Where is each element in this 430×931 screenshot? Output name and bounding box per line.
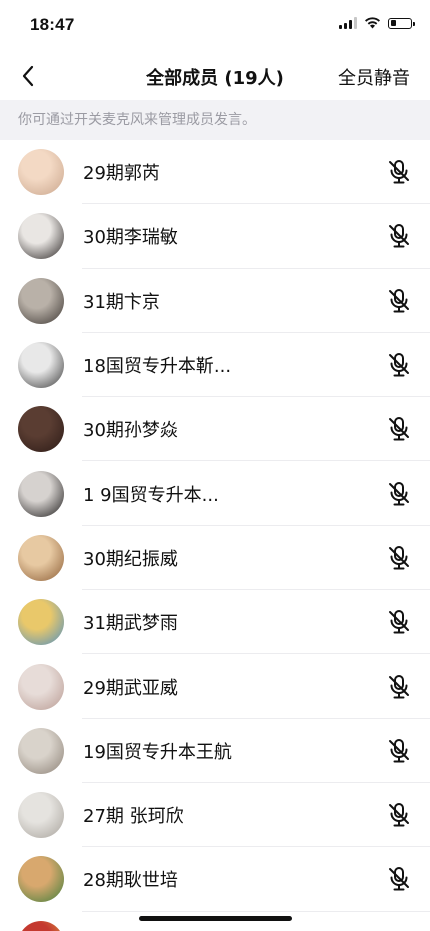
- status-time: 18:47: [30, 15, 75, 34]
- member-list: 29期郭芮 30期李瑞敏 31期卞京 18国贸专升本靳... 30期孙梦焱 1 9国贸专升…: [0, 140, 430, 931]
- mic-off-icon: [387, 802, 411, 828]
- member-name: 29期郭芮: [83, 163, 160, 185]
- avatar: [18, 792, 64, 839]
- avatar: [18, 856, 64, 903]
- mic-off-icon: [387, 674, 411, 700]
- member-name: 30期纪振威: [83, 548, 178, 570]
- mic-off-icon: [387, 545, 411, 571]
- avatar: [18, 406, 64, 453]
- mic-toggle-button[interactable]: [384, 286, 414, 316]
- mic-off-icon: [387, 416, 411, 442]
- member-management-screen: 18:47 全部成员 (19人) 全员静音 你可通过开关麦克风来管理成员发言。 …: [0, 0, 430, 931]
- avatar: [18, 534, 64, 581]
- avatar: [18, 599, 64, 646]
- mic-toggle-button[interactable]: [384, 800, 414, 830]
- member-name: 30期李瑞敏: [83, 227, 178, 249]
- avatar: [18, 149, 64, 196]
- member-name: 28期耿世培: [83, 870, 178, 892]
- mic-off-icon: [387, 481, 411, 507]
- nav-bar: 全部成员 (19人) 全员静音: [0, 52, 430, 100]
- member-row[interactable]: 30期纪振威: [0, 526, 430, 591]
- member-row[interactable]: 30期李瑞敏: [0, 204, 430, 269]
- mic-toggle-button[interactable]: [384, 672, 414, 702]
- avatar: [18, 342, 64, 389]
- home-indicator: [139, 916, 292, 921]
- mic-off-icon: [387, 866, 411, 892]
- member-row[interactable]: 30期孙梦焱: [0, 397, 430, 462]
- member-row[interactable]: [0, 912, 430, 931]
- member-name: 27期 张珂欣: [83, 806, 184, 828]
- avatar: [18, 663, 64, 710]
- mic-toggle-button[interactable]: [384, 350, 414, 380]
- member-name: 29期武亚威: [83, 677, 178, 699]
- status-icons: [339, 17, 415, 29]
- member-row[interactable]: 29期武亚威: [0, 654, 430, 719]
- mic-toggle-button[interactable]: [384, 479, 414, 509]
- mic-off-icon: [387, 352, 411, 378]
- mic-off-icon: [387, 159, 411, 185]
- mic-toggle-button[interactable]: [384, 864, 414, 894]
- mic-off-icon: [387, 223, 411, 249]
- member-name: 31期卞京: [83, 291, 160, 313]
- mic-toggle-button[interactable]: [384, 414, 414, 444]
- signal-icon: [339, 17, 357, 29]
- hint-text: 你可通过开关麦克风来管理成员发言。: [0, 100, 430, 140]
- member-row[interactable]: 19国贸专升本王航: [0, 719, 430, 784]
- wifi-icon: [365, 17, 380, 29]
- mic-toggle-button[interactable]: [384, 607, 414, 637]
- mic-off-icon: [387, 288, 411, 314]
- member-row[interactable]: 31期卞京: [0, 269, 430, 334]
- mic-toggle-button[interactable]: [384, 157, 414, 187]
- mic-toggle-button[interactable]: [384, 736, 414, 766]
- avatar: [18, 470, 64, 517]
- mute-all-button[interactable]: 全员静音: [338, 64, 410, 90]
- member-row[interactable]: 27期 张珂欣: [0, 783, 430, 848]
- member-name: 1 9国贸专升本...: [83, 484, 219, 506]
- battery-level: [390, 20, 396, 26]
- member-row[interactable]: 28期耿世培: [0, 847, 430, 912]
- member-row[interactable]: 31期武梦雨: [0, 590, 430, 655]
- mic-off-icon: [387, 609, 411, 635]
- avatar: [18, 277, 64, 324]
- member-name: 18国贸专升本靳...: [83, 356, 232, 378]
- member-name: 30期孙梦焱: [83, 420, 178, 442]
- member-row[interactable]: 29期郭芮: [0, 140, 430, 205]
- mic-toggle-button[interactable]: [384, 221, 414, 251]
- battery-icon: [388, 17, 415, 29]
- member-row[interactable]: 18国贸专升本靳...: [0, 333, 430, 398]
- member-row[interactable]: 1 9国贸专升本...: [0, 461, 430, 527]
- avatar: [18, 213, 64, 260]
- status-bar: 18:47: [0, 0, 430, 52]
- member-name: 31期武梦雨: [83, 613, 178, 635]
- member-name: 19国贸专升本王航: [83, 741, 232, 763]
- avatar: [18, 920, 64, 931]
- mic-off-icon: [387, 738, 411, 764]
- mic-toggle-button[interactable]: [384, 543, 414, 573]
- avatar: [18, 727, 64, 774]
